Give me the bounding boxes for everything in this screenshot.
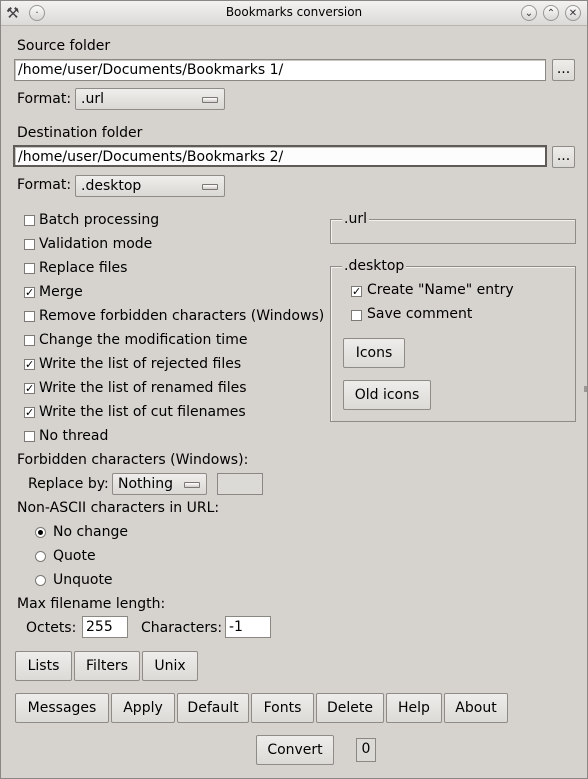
destination-browse-button[interactable]: ... xyxy=(552,146,575,168)
option-checkbox[interactable] xyxy=(24,239,35,250)
tab-button-lists[interactable]: Lists xyxy=(15,651,72,681)
source-browse-button[interactable]: ... xyxy=(552,59,575,81)
convert-counter: 0 xyxy=(356,738,376,762)
create-name-label: Create "Name" entry xyxy=(367,282,514,298)
option-checkbox[interactable] xyxy=(24,311,35,322)
characters-label: Characters: xyxy=(141,620,223,636)
dropdown-arrow-icon xyxy=(202,97,218,103)
octets-field[interactable]: 255 xyxy=(82,616,128,638)
nonascii-radio-label: Unquote xyxy=(53,572,113,588)
source-folder-heading: Source folder xyxy=(17,38,111,54)
octets-label: Octets: xyxy=(26,620,77,636)
option-checkbox[interactable]: ✓ xyxy=(24,359,35,370)
option-label: Merge xyxy=(39,284,83,300)
option-label: Change the modification time xyxy=(39,332,248,348)
replace-by-label: Replace by: xyxy=(28,476,109,492)
nonascii-radio[interactable] xyxy=(35,527,46,538)
desktop-group-title: .desktop xyxy=(342,258,407,274)
default-button[interactable]: Default xyxy=(177,693,249,723)
close-icon[interactable]: ✕ xyxy=(565,5,581,21)
title-bar[interactable]: ⚒ · Bookmarks conversion ⌄ ⌃ ✕ xyxy=(1,1,587,26)
source-format-value: .url xyxy=(81,91,104,107)
save-comment-label: Save comment xyxy=(367,306,473,322)
option-checkbox[interactable]: ✓ xyxy=(24,407,35,418)
forbidden-heading: Forbidden characters (Windows): xyxy=(17,452,249,468)
maxlen-heading: Max filename length: xyxy=(17,596,166,612)
tab-button-filters[interactable]: Filters xyxy=(74,651,140,681)
dropdown-arrow-icon xyxy=(202,184,218,190)
source-format-select[interactable]: .url xyxy=(75,88,225,110)
option-label: Write the list of renamed files xyxy=(39,380,247,396)
dropdown-arrow-icon xyxy=(184,482,200,488)
about-button[interactable]: About xyxy=(444,693,508,723)
option-label: Remove forbidden characters (Windows) xyxy=(39,308,325,324)
destination-path-field[interactable]: /home/user/Documents/Bookmarks 2/ xyxy=(13,145,547,167)
resize-handle[interactable] xyxy=(584,386,587,392)
characters-field[interactable]: -1 xyxy=(225,616,271,638)
convert-button[interactable]: Convert xyxy=(256,735,334,765)
fonts-button[interactable]: Fonts xyxy=(251,693,314,723)
destination-format-select[interactable]: .desktop xyxy=(75,175,225,197)
old-icons-button[interactable]: Old icons xyxy=(343,380,431,410)
option-checkbox[interactable]: ✓ xyxy=(24,287,35,298)
destination-folder-heading: Destination folder xyxy=(17,125,143,141)
app-window: ⚒ · Bookmarks conversion ⌄ ⌃ ✕ Source fo… xyxy=(0,0,588,779)
option-label: Write the list of cut filenames xyxy=(39,404,246,420)
option-label: No thread xyxy=(39,428,109,444)
destination-format-value: .desktop xyxy=(81,178,142,194)
option-label: Validation mode xyxy=(39,236,153,252)
option-checkbox[interactable] xyxy=(24,215,35,226)
option-checkbox[interactable] xyxy=(24,263,35,274)
window-title: Bookmarks conversion xyxy=(225,5,363,19)
option-checkbox[interactable] xyxy=(24,431,35,442)
option-label: Replace files xyxy=(39,260,128,276)
apply-button[interactable]: Apply xyxy=(111,693,175,723)
option-label: Batch processing xyxy=(39,212,160,228)
url-group-title: .url xyxy=(342,211,369,227)
create-name-checkbox[interactable]: ✓ xyxy=(351,286,362,297)
nonascii-radio[interactable] xyxy=(35,575,46,586)
option-checkbox[interactable] xyxy=(24,335,35,346)
replace-by-value: Nothing xyxy=(118,476,174,492)
tab-button-unix[interactable]: Unix xyxy=(142,651,198,681)
nonascii-heading: Non-ASCII characters in URL: xyxy=(17,500,220,516)
minimize-icon[interactable]: ⌄ xyxy=(521,5,537,21)
messages-button[interactable]: Messages xyxy=(15,693,109,723)
help-button[interactable]: Help xyxy=(386,693,442,723)
replace-char-field[interactable] xyxy=(217,473,263,495)
destination-format-label: Format: xyxy=(17,177,72,193)
replace-by-select[interactable]: Nothing xyxy=(112,473,207,495)
source-path-field[interactable]: /home/user/Documents/Bookmarks 1/ xyxy=(14,59,546,81)
nonascii-radio-label: No change xyxy=(53,524,129,540)
option-label: Write the list of rejected files xyxy=(39,356,242,372)
delete-button[interactable]: Delete xyxy=(316,693,384,723)
nonascii-radio[interactable] xyxy=(35,551,46,562)
icons-button[interactable]: Icons xyxy=(343,338,405,368)
option-checkbox[interactable]: ✓ xyxy=(24,383,35,394)
nonascii-radio-label: Quote xyxy=(53,548,96,564)
save-comment-checkbox[interactable] xyxy=(351,310,362,321)
maximize-icon[interactable]: ⌃ xyxy=(543,5,559,21)
source-format-label: Format: xyxy=(17,91,72,107)
